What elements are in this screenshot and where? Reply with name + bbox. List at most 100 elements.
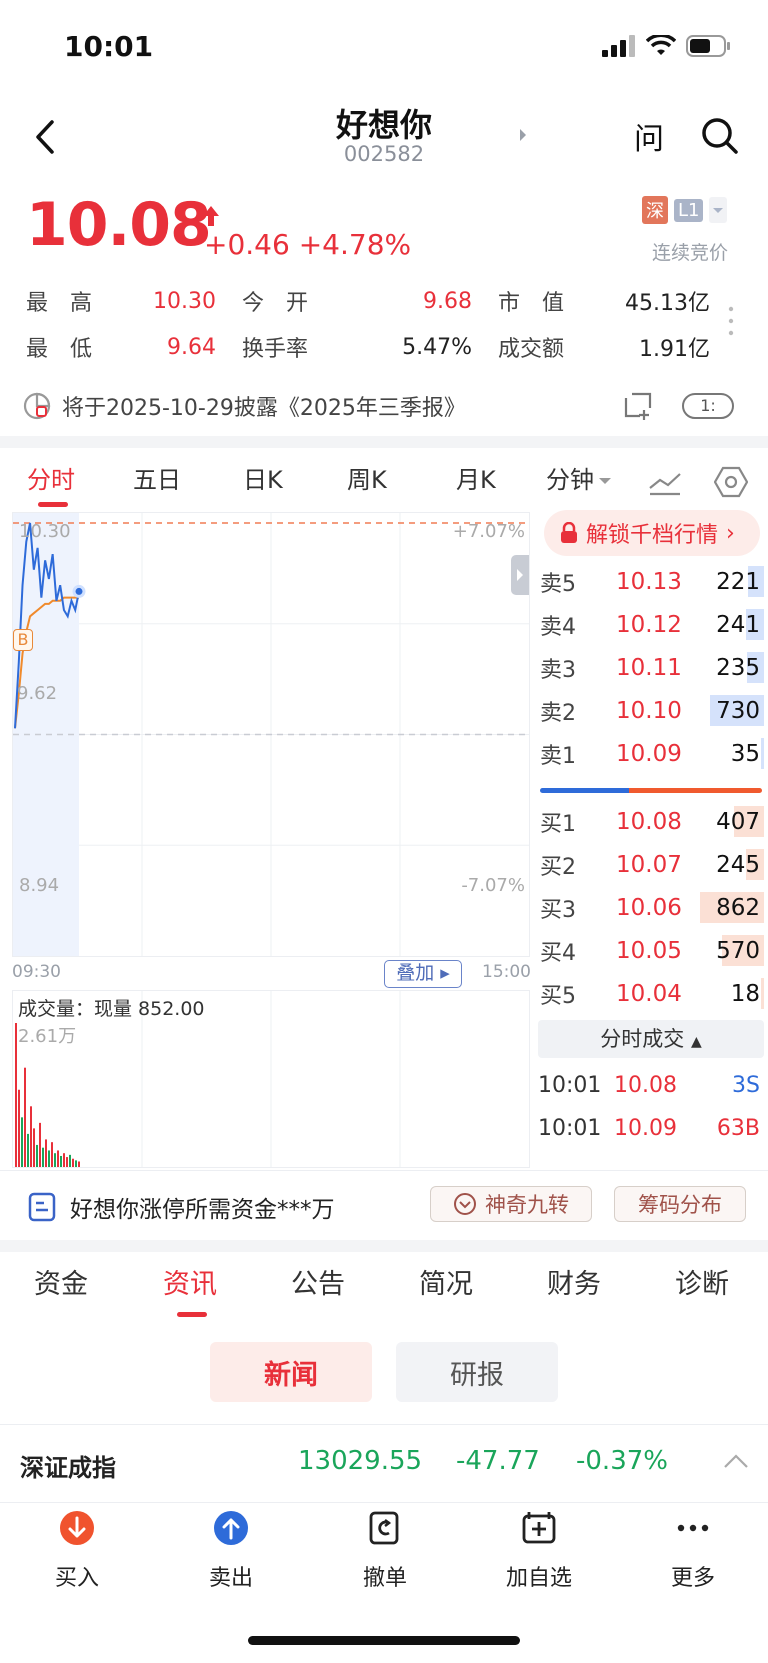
volume-bar: [30, 1106, 32, 1167]
tab-diagnosis[interactable]: 诊断: [675, 1262, 729, 1301]
level-label: 买1: [540, 811, 576, 837]
news-button[interactable]: 新闻: [210, 1342, 372, 1402]
volume-bar: [51, 1142, 53, 1167]
ask-button[interactable]: 问: [634, 114, 664, 158]
collapse-tab[interactable]: [511, 555, 529, 595]
level-price: 10.11: [616, 654, 682, 681]
ticks-header[interactable]: 分时成交 ▲: [538, 1020, 764, 1058]
buy-button[interactable]: 买入: [22, 1510, 132, 1592]
volume-bar: [78, 1161, 80, 1167]
ask-row[interactable]: 卖3 10.11 235: [540, 646, 764, 689]
chip-distribution-button[interactable]: 筹码分布: [614, 1186, 746, 1222]
tab-funds[interactable]: 资金: [34, 1262, 88, 1301]
section-tabs: 资金 资讯 公告 简况 财务 诊断: [0, 1262, 768, 1312]
add-watchlist-label: 加自选: [505, 1566, 572, 1591]
buy-marker[interactable]: B: [13, 629, 33, 651]
ask-row[interactable]: 卖2 10.10 730: [540, 689, 764, 732]
volume-bar: [761, 738, 764, 769]
level-volume: 407: [716, 808, 760, 835]
indicator-icon[interactable]: [648, 468, 682, 496]
chevron-right-icon: ›: [726, 520, 735, 546]
buy-sell-ratio-bar: [540, 788, 762, 793]
chevron-down-icon[interactable]: [709, 197, 728, 223]
cancel-order-button[interactable]: 撤单: [330, 1510, 440, 1592]
chevron-up-icon[interactable]: [722, 1452, 750, 1470]
nine-turn-button[interactable]: 神奇九转: [430, 1186, 592, 1222]
stat-label: 市 值: [498, 291, 565, 316]
more-dots-icon[interactable]: [728, 306, 734, 336]
stat-cell: 市 值 45.13亿: [498, 285, 710, 317]
tab-financials[interactable]: 财务: [547, 1262, 601, 1301]
cancel-order-label: 撤单: [362, 1566, 407, 1591]
next-stock-icon[interactable]: [518, 128, 528, 142]
tab-profile[interactable]: 简况: [419, 1262, 473, 1301]
counter-colon: :: [710, 396, 716, 415]
index-value: 13029.55: [298, 1446, 423, 1476]
volume-bar: [54, 1153, 56, 1167]
ask-row[interactable]: 卖1 10.09 35: [540, 732, 764, 775]
tab-weekly-k[interactable]: 周K: [347, 460, 387, 495]
unlock-depth-button[interactable]: 解锁千档行情 ›: [544, 510, 760, 556]
tab-monthly-k[interactable]: 月K: [456, 460, 496, 495]
stat-label: 今 开: [242, 291, 309, 316]
caret-up-icon: ▲: [690, 1034, 702, 1050]
level-label: 卖1: [540, 743, 576, 769]
more-label: 更多: [670, 1566, 715, 1591]
overlay-button[interactable]: 叠加 ▸: [384, 960, 462, 988]
more-button[interactable]: 更多: [638, 1510, 748, 1592]
volume-bar: [36, 1144, 38, 1167]
volume-bar: [63, 1153, 65, 1167]
limit-up-funds[interactable]: 好想你涨停所需资金***万: [28, 1190, 335, 1224]
bid-row[interactable]: 买1 10.08 407: [540, 800, 764, 843]
bid-row[interactable]: 买5 10.04 18: [540, 972, 764, 1015]
level-label: 卖5: [540, 571, 576, 597]
bid-row[interactable]: 买4 10.05 570: [540, 929, 764, 972]
divider: [0, 436, 768, 448]
level-price: 10.09: [616, 740, 682, 767]
volume-bar: [45, 1139, 47, 1167]
level-label: 卖4: [540, 614, 576, 640]
tab-info[interactable]: 资讯: [163, 1262, 217, 1301]
level-volume: 570: [716, 937, 760, 964]
tab-minute-label: 分钟: [546, 466, 594, 494]
search-icon[interactable]: [700, 116, 740, 156]
ask-row[interactable]: 卖4 10.12 241: [540, 603, 764, 646]
sell-button[interactable]: 卖出: [176, 1510, 286, 1592]
tick-volume: 63B: [716, 1116, 760, 1141]
last-price-dot: [72, 584, 86, 598]
report-icon: [23, 392, 51, 420]
stat-row: 最 高 10.30 今 开 9.68 市 值 45.13亿: [26, 278, 710, 324]
ticks-label: 分时成交: [600, 1027, 685, 1051]
add-watchlist-button[interactable]: 加自选: [484, 1510, 594, 1592]
level-price: 10.04: [616, 980, 682, 1007]
home-indicator[interactable]: [248, 1636, 520, 1645]
bid-row[interactable]: 买3 10.06 862: [540, 886, 764, 929]
notice-counter[interactable]: 1:: [682, 393, 734, 419]
volume-bar: [761, 978, 764, 1009]
volume-bar: [39, 1122, 41, 1167]
volume-bar: [15, 1023, 17, 1167]
ask-row[interactable]: 卖5 10.13 221: [540, 560, 764, 603]
limit-up-text: 好想你涨停所需资金***万: [70, 1197, 335, 1223]
tab-intraday[interactable]: 分时: [27, 460, 75, 495]
tab-five-day[interactable]: 五日: [133, 460, 181, 495]
volume-bar: [33, 1128, 35, 1167]
settings-hex-icon[interactable]: [714, 466, 748, 498]
disclosure-notice[interactable]: 将于2025-10-29披露《2025年三季报》: [22, 390, 466, 422]
bid-row[interactable]: 买2 10.07 245: [540, 843, 764, 886]
volume-label: 成交量：现量 852.00: [18, 998, 205, 1020]
fullscreen-icon[interactable]: [622, 390, 654, 422]
wifi-icon: [646, 35, 676, 55]
level-price: 10.06: [616, 894, 682, 921]
tick-price: 10.09: [614, 1116, 677, 1141]
research-button[interactable]: 研报: [396, 1342, 558, 1402]
tab-minute[interactable]: 分钟: [546, 460, 612, 495]
tab-announcements[interactable]: 公告: [291, 1262, 345, 1301]
tab-daily-k[interactable]: 日K: [243, 460, 283, 495]
stat-value: 45.13亿: [625, 291, 710, 316]
intraday-chart[interactable]: 10.30 9.62 8.94 +7.07% -7.07% B: [12, 512, 530, 957]
disclosure-text: 将于2025-10-29披露《2025年三季报》: [62, 396, 466, 421]
lock-icon: [561, 522, 577, 543]
market-badges[interactable]: 深 L1: [642, 196, 728, 224]
stat-value: 10.30: [153, 288, 216, 314]
